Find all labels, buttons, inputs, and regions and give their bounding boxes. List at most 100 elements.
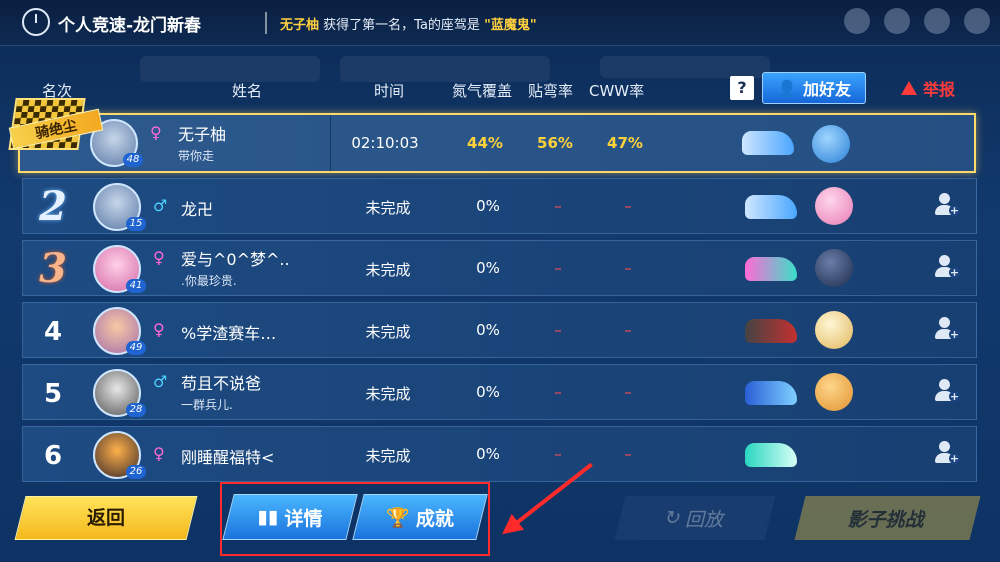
kart-icon xyxy=(742,131,794,155)
report-button[interactable]: 举报 xyxy=(888,74,968,102)
friends-icon xyxy=(844,8,870,34)
cww-rate: – xyxy=(624,197,632,215)
divider xyxy=(265,12,267,34)
trophy-icon: 🏆 xyxy=(386,506,410,529)
player-name: 无子柚 xyxy=(178,125,227,144)
back-button[interactable]: 返回 xyxy=(20,496,192,540)
notice-car: "蓝魔鬼" xyxy=(484,18,537,33)
player-signature: .你最珍贵. xyxy=(181,274,237,288)
drift-rate: – xyxy=(554,259,562,277)
gender-female-icon: ♀ xyxy=(153,444,165,463)
rank-number: 5 xyxy=(43,379,63,409)
pet-icon xyxy=(815,373,853,411)
add-friend-label: 加好友 xyxy=(802,80,851,99)
shadow-challenge-button[interactable]: 影子挑战 xyxy=(794,496,981,540)
settings-icon xyxy=(884,8,910,34)
gender-male-icon: ♂ xyxy=(153,196,168,215)
shadow-label: 影子挑战 xyxy=(846,508,928,531)
header-cww: CWW率 xyxy=(589,82,645,100)
cww-rate: – xyxy=(624,259,632,277)
add-friend-icon[interactable]: + xyxy=(933,193,960,219)
table-row[interactable]: 6 26 ♀ 刚睡醒福特< 未完成 0% – – + xyxy=(22,426,977,482)
kart-icon xyxy=(745,257,797,281)
rank-number: 3 xyxy=(39,245,67,292)
replay-button[interactable]: ↻ 回放 xyxy=(614,496,776,540)
cww-rate: 47% xyxy=(607,134,643,152)
drift-rate: – xyxy=(554,445,562,463)
cww-rate: – xyxy=(624,383,632,401)
header-nitro: 氮气覆盖 xyxy=(452,82,513,100)
bar-chart-icon: ▮▮ xyxy=(257,506,279,528)
header-time: 时间 xyxy=(374,82,405,100)
help-button[interactable]: ? xyxy=(730,76,754,100)
race-time: 未完成 xyxy=(365,323,411,341)
rank-number: 6 xyxy=(43,441,63,471)
drift-rate: – xyxy=(554,321,562,339)
level-badge: 26 xyxy=(126,465,146,479)
add-friend-icon[interactable]: + xyxy=(933,441,960,467)
pet-icon xyxy=(815,187,853,225)
race-time: 未完成 xyxy=(365,447,411,465)
table-row[interactable]: 5 28 ♂ 苟且不说爸 一群兵儿. 未完成 0% – – + xyxy=(22,364,977,420)
level-badge: 48 xyxy=(123,153,143,167)
top-right-icons xyxy=(844,8,990,34)
level-badge: 28 xyxy=(126,403,146,417)
achievements-label: 成就 xyxy=(415,507,454,530)
nitro-rate: 44% xyxy=(467,134,503,152)
motorcycle-icon xyxy=(745,319,797,343)
level-badge: 49 xyxy=(126,341,146,355)
nitro-rate: 0% xyxy=(476,383,500,401)
champion-banner: 骑绝尘 xyxy=(8,98,104,156)
kart-icon xyxy=(745,381,797,405)
nitro-rate: 0% xyxy=(476,259,500,277)
table-row[interactable]: 4 49 ♀ %学渣赛车… 未完成 0% – – + xyxy=(22,302,977,358)
nitro-rate: 0% xyxy=(476,445,500,463)
player-name: 龙卍 xyxy=(181,200,214,219)
gender-female-icon: ♀ xyxy=(153,248,165,267)
pet-icon xyxy=(812,125,850,163)
drift-rate: – xyxy=(554,383,562,401)
race-time: 未完成 xyxy=(365,385,411,403)
cww-rate: – xyxy=(624,321,632,339)
add-friend-icon[interactable]: + xyxy=(933,317,960,343)
replay-label: 回放 xyxy=(683,508,728,531)
race-time: 未完成 xyxy=(365,199,411,217)
drift-rate: – xyxy=(554,197,562,215)
table-row[interactable]: 48 ♀ 无子柚 带你走 02:10:03 44% 56% 47% xyxy=(18,113,976,173)
kart-icon xyxy=(745,443,797,467)
level-badge: 15 xyxy=(126,217,146,231)
details-button[interactable]: ▮▮ 详情 xyxy=(228,494,352,540)
achievements-button[interactable]: 🏆 成就 xyxy=(358,494,482,540)
player-signature: 一群兵儿. xyxy=(181,398,233,412)
winner-notice: 无子柚 获得了第一名，Ta的座驾是 "蓝魔鬼" xyxy=(280,14,537,33)
coin-icon xyxy=(964,8,990,34)
replay-icon: ↻ xyxy=(662,507,684,529)
race-time: 未完成 xyxy=(365,261,411,279)
player-name: %学渣赛车… xyxy=(181,324,277,343)
rank-number: 2 xyxy=(39,183,67,230)
table-row[interactable]: 3 41 ♀ 爱与^0^梦^.. .你最珍贵. 未完成 0% – – + xyxy=(22,240,977,296)
add-friend-button[interactable]: 👤 加好友 xyxy=(762,72,866,104)
top-bar: 个人竞速-龙门新春 无子柚 获得了第一名，Ta的座驾是 "蓝魔鬼" xyxy=(0,0,1000,46)
table-row[interactable]: 2 15 ♂ 龙卍 未完成 0% – – + xyxy=(22,178,977,234)
add-friend-icon[interactable]: + xyxy=(933,379,960,405)
notice-player: 无子柚 xyxy=(280,18,320,33)
player-name: 爱与^0^梦^.. xyxy=(181,250,290,269)
gender-female-icon: ♀ xyxy=(153,320,165,339)
details-label: 详情 xyxy=(284,507,323,530)
player-signature: 带你走 xyxy=(178,149,215,163)
nitro-rate: 0% xyxy=(476,321,500,339)
warning-icon xyxy=(900,81,917,95)
cww-rate: – xyxy=(624,445,632,463)
drift-rate: 56% xyxy=(537,134,573,152)
add-friend-icon[interactable]: + xyxy=(933,255,960,281)
kart-icon xyxy=(745,195,797,219)
header-name: 姓名 xyxy=(232,82,263,100)
notice-text: 获得了第一名，Ta的座驾是 xyxy=(323,18,480,33)
player-name: 刚睡醒福特< xyxy=(181,448,275,467)
report-label: 举报 xyxy=(922,80,955,99)
gender-female-icon: ♀ xyxy=(150,123,162,142)
stopwatch-icon xyxy=(22,8,50,36)
mode-title: 个人竞速-龙门新春 xyxy=(58,16,202,36)
rank-number: 4 xyxy=(43,317,63,347)
